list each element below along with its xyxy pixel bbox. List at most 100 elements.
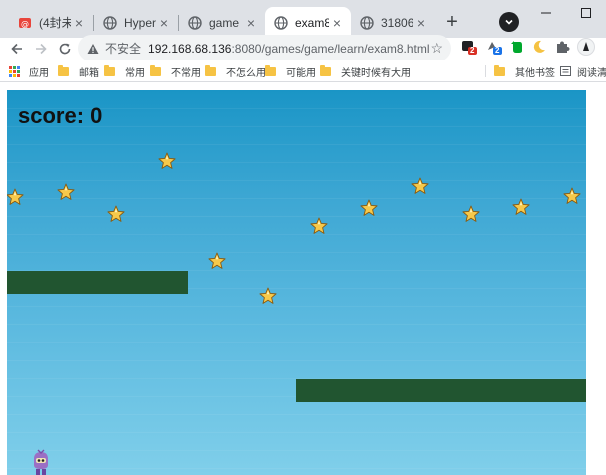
bookmark-label: 不常用	[171, 67, 201, 79]
dude-sprite-icon	[34, 449, 48, 475]
address-bar[interactable]: 不安全 192.168.68.136 :8080/games/game/lear…	[78, 35, 451, 62]
star-collectible	[57, 183, 75, 201]
star-collectible	[310, 217, 328, 235]
star-icon	[208, 252, 226, 269]
sky-band	[7, 360, 586, 361]
close-icon[interactable]: ×	[243, 15, 259, 31]
moon-icon[interactable]	[531, 39, 547, 55]
folder-icon	[494, 64, 505, 76]
sky-band	[7, 468, 586, 469]
new-tab-button[interactable]: +	[441, 12, 463, 34]
star-collectible	[107, 205, 125, 223]
folder-icon	[265, 64, 276, 76]
reload-button[interactable]	[55, 39, 75, 59]
arrow-right-icon	[36, 43, 47, 55]
tab-search-button[interactable]	[499, 12, 519, 32]
tab-title: Hyper-V	[124, 15, 156, 30]
url-path: :8080/games/game/learn/exam8.html	[231, 41, 430, 56]
maximize-icon	[581, 8, 591, 18]
star-collectible	[158, 152, 176, 170]
globe-icon	[103, 15, 117, 30]
minimize-icon	[541, 12, 551, 14]
sky-band	[7, 450, 586, 451]
star-collectible	[208, 252, 226, 270]
tab-strip: @ (4封未读) × Hyper-V × game × exam8 × 3180…	[0, 0, 606, 38]
star-collectible	[563, 187, 581, 205]
star-collectible	[462, 205, 480, 223]
svg-text:@: @	[21, 19, 29, 28]
bookmark-label: 应用	[29, 67, 49, 79]
star-collectible	[259, 287, 277, 305]
profile-avatar[interactable]	[577, 38, 595, 56]
tab-exam8[interactable]: exam8 ×	[265, 7, 351, 38]
maximize-button[interactable]	[566, 0, 606, 26]
star-icon	[462, 205, 480, 222]
sky-band	[7, 432, 586, 433]
tab-hyperv[interactable]: Hyper-V ×	[94, 7, 178, 38]
reading-list-icon	[560, 66, 571, 76]
bookmarks-bar: 应用 邮箱 常用 不常用 不怎么用 可能用 关键时候有大用 其他书签 阅读清单	[0, 60, 606, 82]
folder-icon	[320, 64, 331, 76]
bookmark-label: 邮箱	[79, 67, 99, 79]
tab-title: 3180611	[381, 15, 413, 30]
apps-grid-icon	[9, 65, 20, 77]
reload-icon	[59, 43, 71, 55]
star-icon	[360, 199, 378, 216]
tab-mail[interactable]: @ (4封未读) ×	[9, 7, 93, 38]
star-icon	[259, 287, 277, 304]
game-canvas[interactable]: score: 0	[7, 90, 586, 475]
close-icon[interactable]: ×	[71, 15, 87, 31]
globe-icon	[274, 15, 288, 30]
other-bookmarks[interactable]: 其他书签	[494, 64, 555, 79]
puzzle-icon[interactable]	[554, 39, 570, 55]
star-icon	[158, 152, 176, 169]
folder-icon	[150, 64, 161, 76]
close-icon[interactable]: ×	[156, 15, 172, 31]
extension-2-badge: 2	[495, 46, 500, 55]
bookmark-folder[interactable]: 可能用	[265, 64, 316, 79]
close-icon[interactable]: ×	[413, 15, 429, 31]
bookmark-folder[interactable]: 关键时候有大用	[320, 64, 411, 79]
reading-list[interactable]: 阅读清单	[560, 64, 606, 79]
tab-title: game	[209, 15, 240, 30]
folder-icon	[58, 64, 69, 76]
bookmark-folder[interactable]: 邮箱	[58, 64, 99, 79]
evernote-icon[interactable]	[509, 39, 525, 55]
bookmark-star-icon[interactable]: ☆	[430, 40, 443, 57]
star-icon	[512, 198, 530, 215]
minimize-button[interactable]	[526, 0, 566, 26]
folder-icon	[104, 64, 115, 76]
sky-band	[7, 234, 586, 235]
bookmark-folder[interactable]: 常用	[104, 64, 145, 79]
sky-band	[7, 198, 586, 199]
sky-band	[7, 180, 586, 181]
arrow-left-icon	[11, 43, 22, 55]
star-collectible	[411, 177, 429, 195]
avatar-icon	[577, 38, 595, 56]
bookmark-label: 可能用	[286, 67, 316, 79]
bookmark-label: 常用	[125, 67, 145, 79]
apps-shortcut[interactable]: 应用	[9, 64, 49, 79]
sky-band	[7, 414, 586, 415]
star-icon	[411, 177, 429, 194]
tab-title: (4封未读)	[39, 16, 71, 30]
extension-1-icon[interactable]: 2	[461, 39, 477, 55]
player-character[interactable]	[30, 449, 52, 475]
star-collectible	[360, 199, 378, 217]
extension-2-icon[interactable]: 2	[486, 39, 502, 55]
sky-band	[7, 144, 586, 145]
bookmark-label: 关键时候有大用	[341, 67, 411, 79]
ledge-platform-right	[296, 379, 586, 402]
url-host: 192.168.68.136	[148, 41, 232, 56]
back-button[interactable]	[7, 39, 27, 59]
star-icon	[57, 183, 75, 200]
sky-band	[7, 324, 586, 325]
sky-band	[7, 252, 586, 253]
bookmark-folder[interactable]: 不常用	[150, 64, 201, 79]
bookmark-folder[interactable]: 不怎么用	[205, 64, 266, 79]
tab-game[interactable]: game ×	[179, 7, 265, 38]
close-icon[interactable]: ×	[329, 15, 345, 31]
tab-318061[interactable]: 3180611 ×	[351, 7, 435, 38]
extension-1-badge: 2	[470, 46, 475, 55]
forward-button[interactable]	[31, 39, 51, 59]
